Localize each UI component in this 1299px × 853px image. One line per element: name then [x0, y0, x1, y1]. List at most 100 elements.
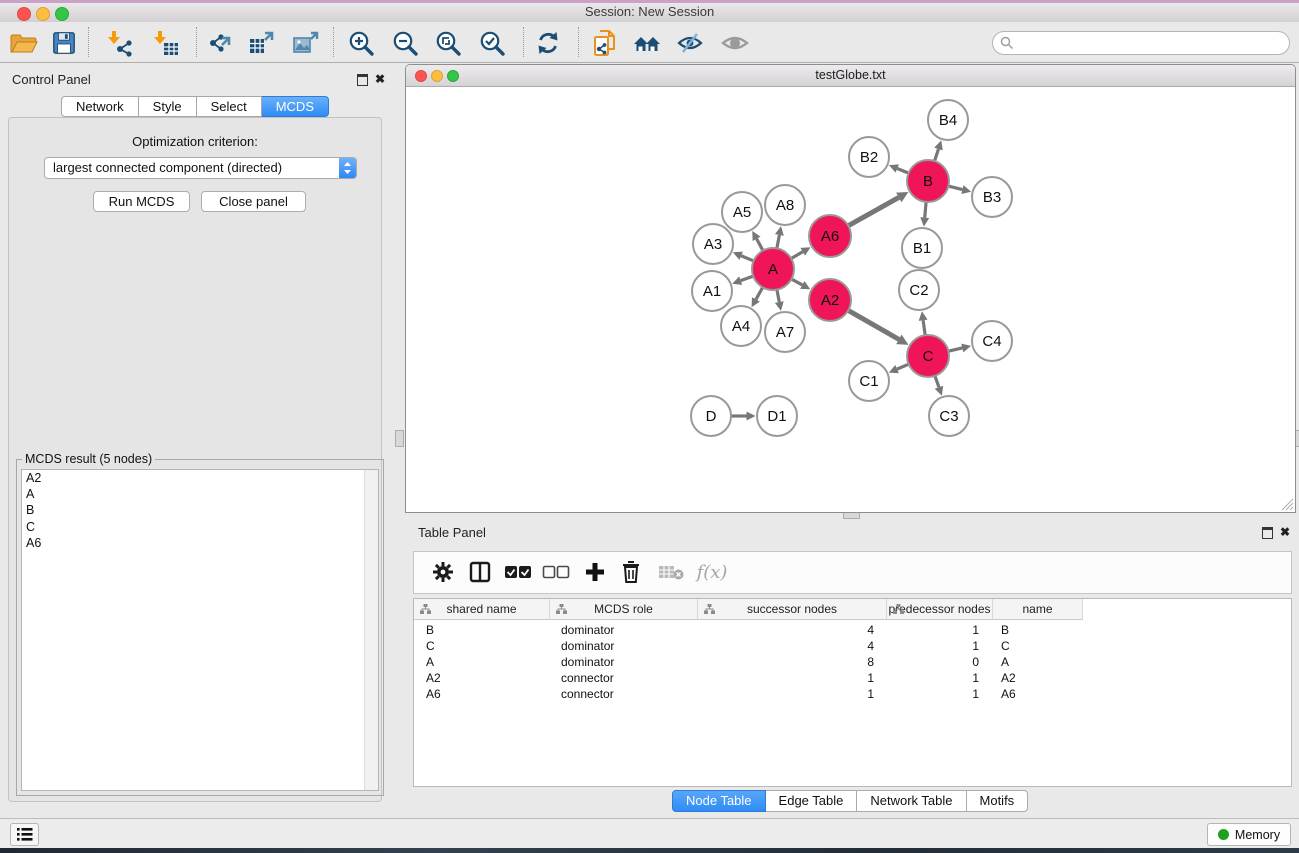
tab-motifs[interactable]: Motifs [967, 790, 1029, 812]
zoom-in-button[interactable] [345, 27, 377, 59]
table-cell[interactable]: 4 [696, 622, 884, 638]
edge-B-B1[interactable] [925, 202, 926, 218]
table-row[interactable]: Bdominator41B [414, 622, 1291, 638]
graph-node-A5[interactable]: A5 [722, 192, 762, 232]
edge-A-A4[interactable] [756, 287, 763, 299]
close-panel-button[interactable]: Close panel [201, 191, 306, 212]
network-canvas[interactable]: AA1A2A3A4A5A6A7A8BB1B2B3B4CC1C2C3C4DD1 [406, 87, 1295, 511]
graph-node-A7[interactable]: A7 [765, 312, 805, 352]
result-list-scrollbar[interactable] [364, 470, 378, 790]
hide-graphics-details-button[interactable] [674, 27, 706, 59]
graph-node-B[interactable]: B [907, 160, 949, 202]
table-cell[interactable]: B [989, 622, 1078, 638]
function-builder-button[interactable]: f(x) [693, 557, 731, 587]
add-column-button[interactable] [580, 557, 610, 587]
zoom-selected-button[interactable] [476, 27, 508, 59]
float-table-panel-icon[interactable] [1262, 527, 1273, 539]
edge-B-B2[interactable] [897, 168, 908, 173]
edge-C-C4[interactable] [948, 348, 962, 351]
table-cell[interactable]: C [414, 638, 549, 654]
edge-C-C1[interactable] [897, 364, 909, 369]
column-header-successor-nodes[interactable]: successor nodes [698, 599, 887, 620]
result-item[interactable]: A2 [22, 470, 378, 486]
edge-A-A7[interactable] [777, 290, 779, 302]
save-session-button[interactable] [48, 27, 80, 59]
table-cell[interactable]: connector [549, 686, 696, 702]
graph-node-C[interactable]: C [907, 335, 949, 377]
tab-edge-table[interactable]: Edge Table [766, 790, 858, 812]
table-row[interactable]: A6connector11A6 [414, 686, 1291, 702]
table-cell[interactable]: connector [549, 670, 696, 686]
edge-C-C3[interactable] [935, 376, 939, 387]
column-header-MCDS-role[interactable]: MCDS role [550, 599, 698, 620]
column-chooser-button[interactable] [465, 557, 495, 587]
graph-node-A8[interactable]: A8 [765, 185, 805, 225]
table-cell[interactable]: 1 [696, 670, 884, 686]
deselect-all-button[interactable] [541, 557, 571, 587]
table-cell[interactable]: C [989, 638, 1078, 654]
zoom-fit-button[interactable] [432, 27, 464, 59]
graph-node-B2[interactable]: B2 [849, 137, 889, 177]
close-table-panel-icon[interactable]: ✖ [1280, 526, 1290, 538]
import-network-button[interactable] [104, 27, 136, 59]
table-cell[interactable]: 1 [884, 686, 989, 702]
tab-mcds[interactable]: MCDS [262, 96, 329, 117]
table-cell[interactable]: dominator [549, 622, 696, 638]
tab-network[interactable]: Network [61, 96, 139, 117]
edge-A-A3[interactable] [741, 256, 753, 261]
edge-A2-C[interactable] [848, 310, 899, 339]
table-options-button[interactable] [428, 557, 458, 587]
column-header-predecessor-nodes[interactable]: predecessor nodes [887, 599, 993, 620]
table-row[interactable]: Adominator80A [414, 654, 1291, 670]
table-cell[interactable]: 1 [884, 638, 989, 654]
table-cell[interactable]: A6 [989, 686, 1078, 702]
table-cell[interactable]: dominator [549, 654, 696, 670]
tab-node-table[interactable]: Node Table [672, 790, 766, 812]
memory-button[interactable]: Memory [1207, 823, 1291, 846]
result-item[interactable]: A6 [22, 535, 378, 551]
zoom-out-button[interactable] [389, 27, 421, 59]
table-cell[interactable]: A2 [989, 670, 1078, 686]
column-header-shared-name[interactable]: shared name [414, 599, 550, 620]
float-panel-icon[interactable] [357, 74, 368, 86]
table-cell[interactable]: 8 [696, 654, 884, 670]
mcds-result-list[interactable]: A2ABCA6 [21, 469, 379, 791]
table-cell[interactable]: 4 [696, 638, 884, 654]
edge-B-B4[interactable] [935, 149, 939, 161]
table-cell[interactable]: A2 [414, 670, 549, 686]
tab-select[interactable]: Select [197, 96, 262, 117]
home-networks-button[interactable] [631, 27, 663, 59]
table-row[interactable]: Cdominator41C [414, 638, 1291, 654]
table-cell[interactable]: 1 [884, 622, 989, 638]
graph-node-B3[interactable]: B3 [972, 177, 1012, 217]
graph-node-B1[interactable]: B1 [902, 228, 942, 268]
run-mcds-button[interactable]: Run MCDS [93, 191, 190, 212]
resize-grip-icon[interactable] [1281, 498, 1294, 511]
delete-table-button[interactable] [656, 557, 686, 587]
table-cell[interactable]: 0 [884, 654, 989, 670]
select-all-button[interactable] [503, 557, 533, 587]
table-cell[interactable]: A [414, 654, 549, 670]
show-graphics-details-button[interactable] [719, 27, 751, 59]
edge-A-A6[interactable] [791, 252, 803, 259]
criterion-dropdown[interactable]: largest connected component (directed) [44, 157, 357, 179]
search-input[interactable] [992, 31, 1290, 55]
edge-A-A8[interactable] [777, 235, 780, 248]
table-cell[interactable]: A [989, 654, 1078, 670]
close-panel-icon[interactable]: ✖ [375, 73, 385, 85]
edge-A-A2[interactable] [791, 279, 802, 285]
graph-node-D[interactable]: D [691, 396, 731, 436]
table-cell[interactable]: 1 [696, 686, 884, 702]
edge-A-A1[interactable] [741, 276, 754, 281]
graph-node-A4[interactable]: A4 [721, 306, 761, 346]
graph-node-D1[interactable]: D1 [757, 396, 797, 436]
graph-node-C1[interactable]: C1 [849, 361, 889, 401]
clone-network-button[interactable] [589, 27, 621, 59]
refresh-layout-button[interactable] [532, 27, 564, 59]
result-item[interactable]: C [22, 519, 378, 535]
table-cell[interactable]: dominator [549, 638, 696, 654]
delete-columns-button[interactable] [616, 557, 646, 587]
result-item[interactable]: B [22, 502, 378, 518]
edge-B-B3[interactable] [948, 186, 962, 190]
export-image-button[interactable] [290, 27, 322, 59]
